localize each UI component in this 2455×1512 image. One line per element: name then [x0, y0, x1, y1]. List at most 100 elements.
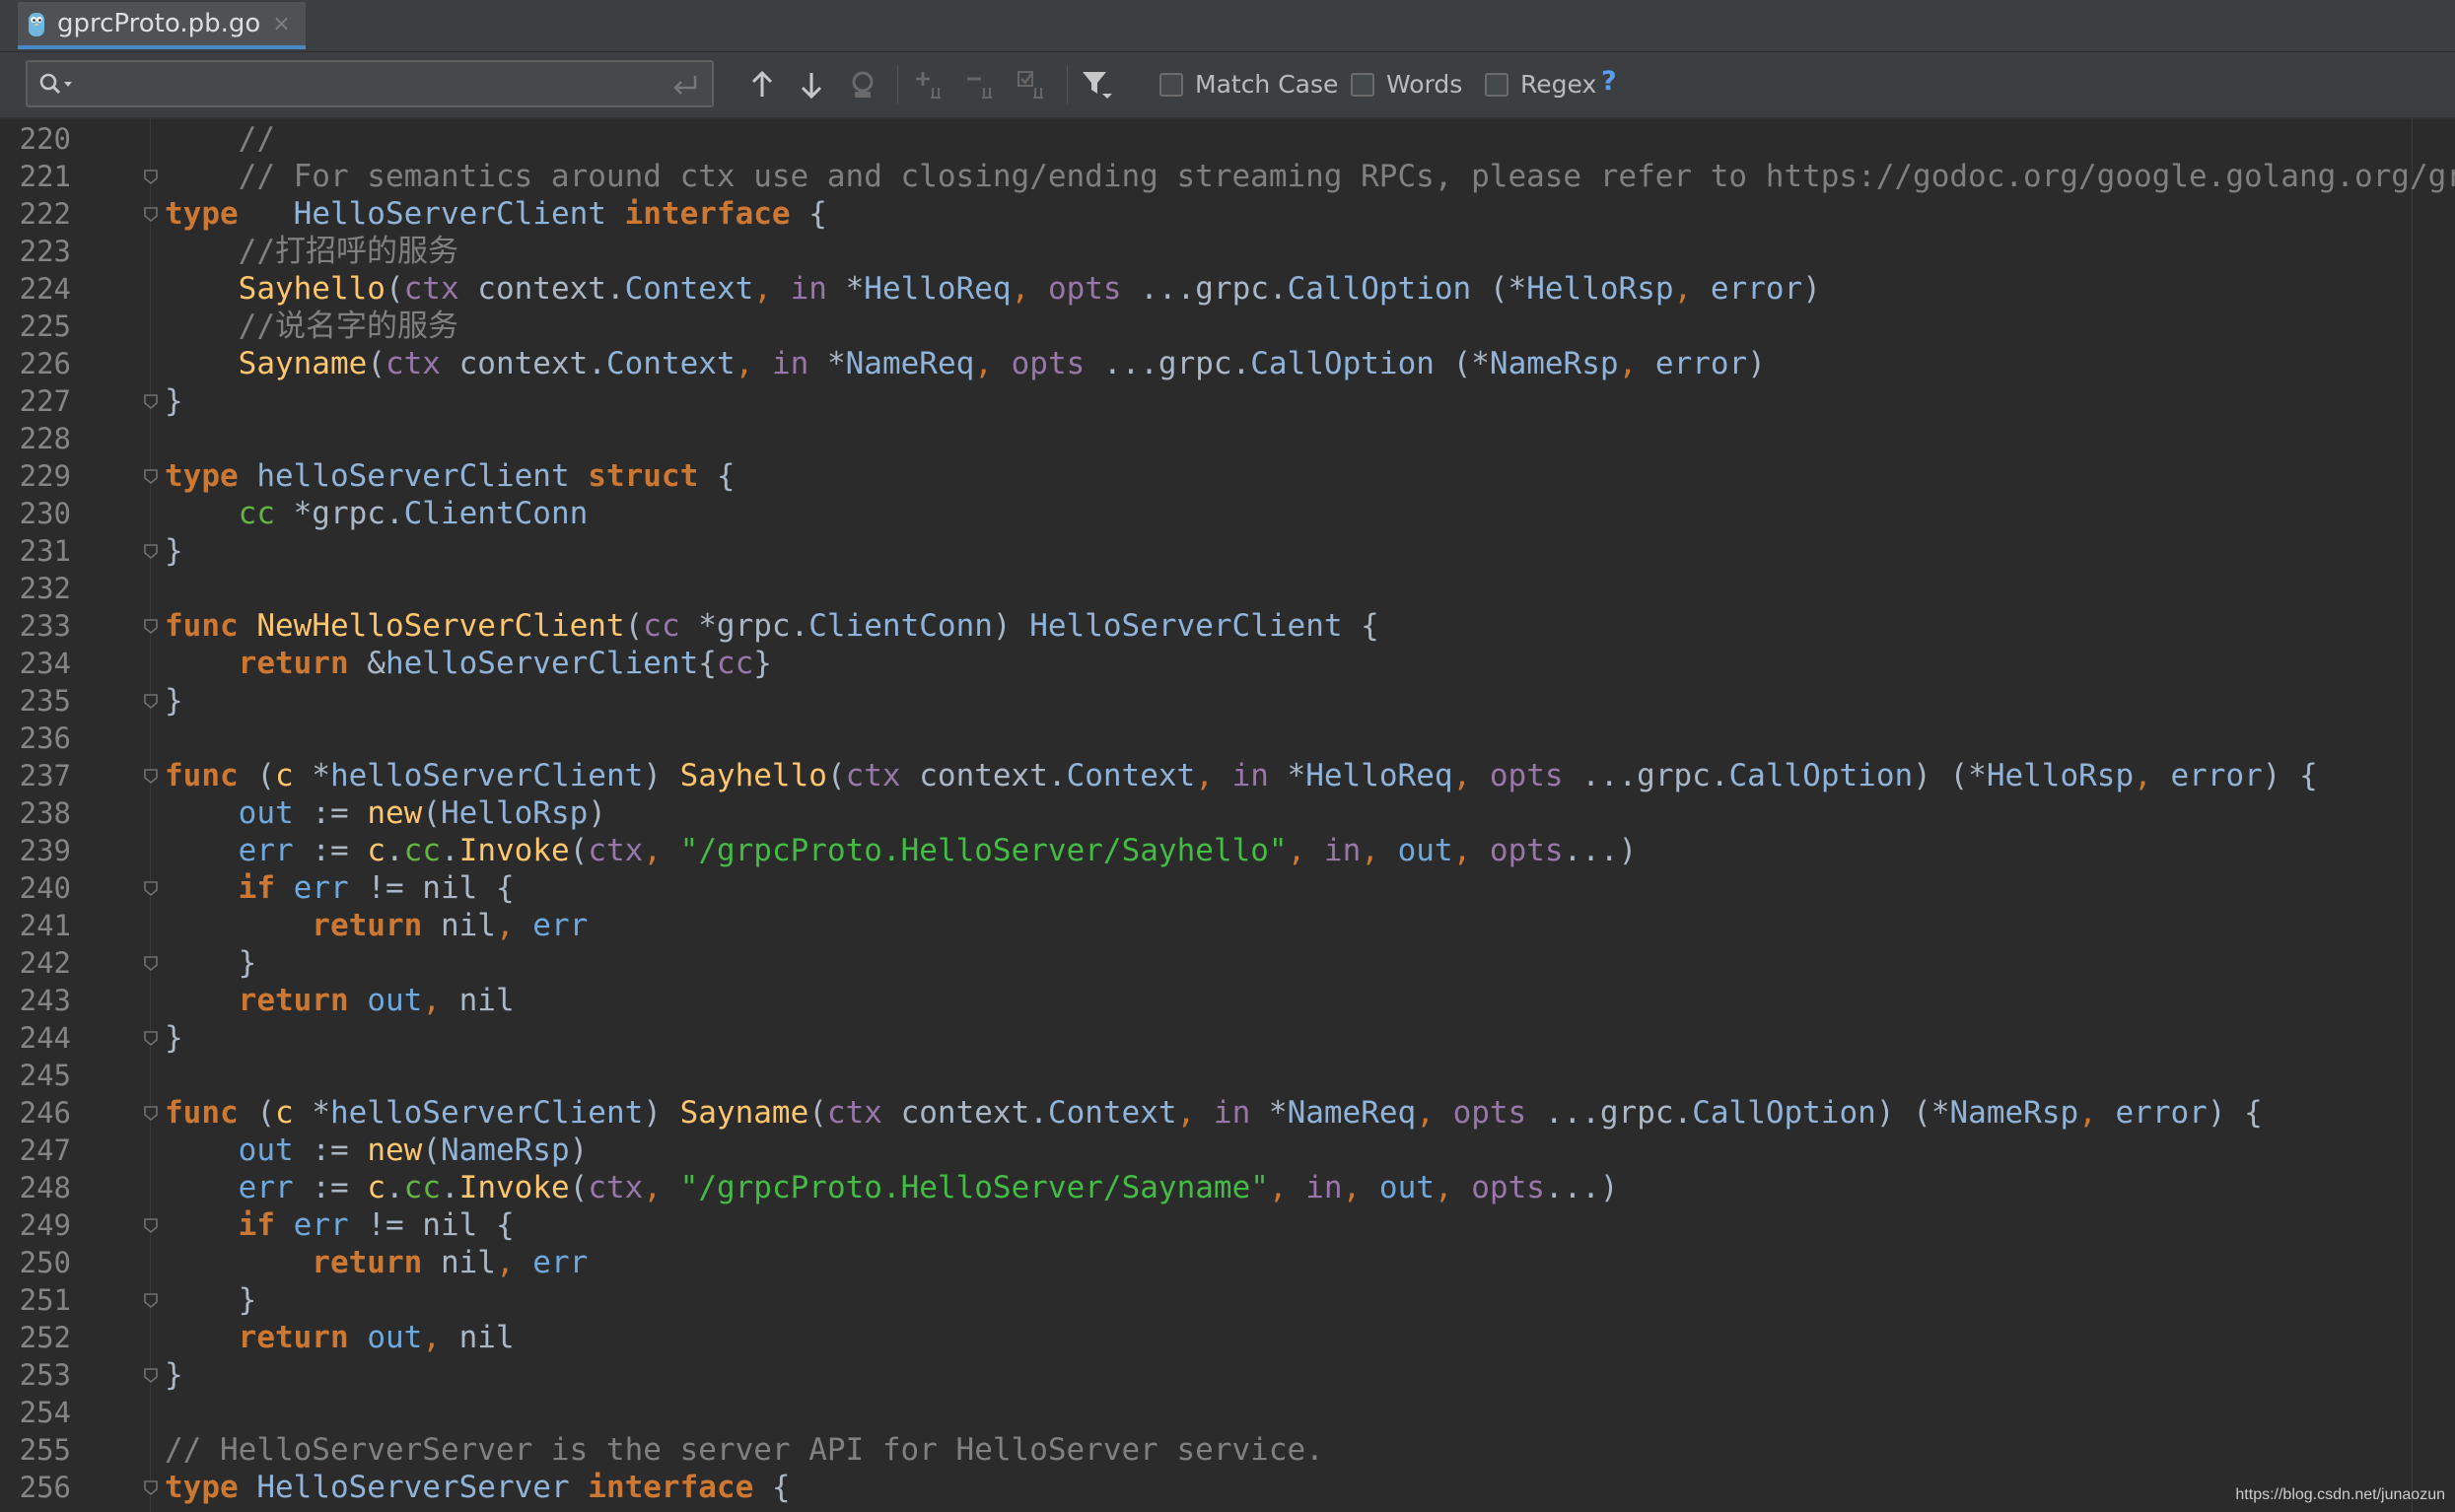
code-line[interactable]: 229 type helloServerClient struct {: [0, 457, 2455, 495]
fold-marker-icon[interactable]: [142, 692, 160, 710]
code-line[interactable]: 254: [0, 1394, 2455, 1431]
fold-marker-icon[interactable]: [142, 1478, 160, 1496]
code-line[interactable]: 221 // For semantics around ctx use and …: [0, 158, 2455, 195]
code-line[interactable]: 248 err := c.cc.Invoke(ctx, "/grpcProto.…: [0, 1169, 2455, 1206]
code-text: }: [165, 1282, 257, 1318]
code-line[interactable]: 238 out := new(HelloRsp): [0, 794, 2455, 832]
code-line[interactable]: 222 type HelloServerClient interface {: [0, 195, 2455, 233]
words-checkbox[interactable]: [1351, 72, 1374, 97]
fold-marker-icon[interactable]: [142, 542, 160, 560]
line-number: 240: [19, 871, 71, 905]
code-editor[interactable]: 220 //221 // For semantics around ctx us…: [0, 118, 2455, 1512]
code-line[interactable]: 247 out := new(NameRsp): [0, 1132, 2455, 1169]
code-line[interactable]: 233 func NewHelloServerClient(cc *grpc.Cl…: [0, 607, 2455, 645]
fold-marker-icon[interactable]: [142, 954, 160, 972]
code-line[interactable]: 237 func (c *helloServerClient) Sayhello(…: [0, 757, 2455, 794]
filter-icon: [1083, 72, 1112, 99]
line-number: 237: [19, 759, 71, 792]
fold-marker-icon[interactable]: [142, 1029, 160, 1047]
filter-button[interactable]: [1081, 68, 1114, 102]
find-toolbar: Match Case Words Regex ?: [0, 52, 2455, 119]
enter-icon: [673, 76, 697, 95]
search-field[interactable]: [26, 60, 714, 107]
regex-help-link[interactable]: ?: [1601, 66, 1617, 97]
code-line[interactable]: 255 // HelloServerServer is the server AP…: [0, 1431, 2455, 1469]
code-line[interactable]: 250 return nil, err: [0, 1244, 2455, 1281]
code-text: func (c *helloServerClient) Sayhello(ctx…: [165, 758, 2318, 793]
fold-marker-icon[interactable]: [142, 879, 160, 897]
tab-close-icon[interactable]: ×: [272, 12, 290, 36]
code-line[interactable]: 239 err := c.cc.Invoke(ctx, "/grpcProto.…: [0, 832, 2455, 869]
fold-marker-icon[interactable]: [142, 467, 160, 485]
match-case-option[interactable]: Match Case: [1159, 70, 1338, 99]
code-line[interactable]: 253}: [0, 1356, 2455, 1394]
code-line[interactable]: 244}: [0, 1019, 2455, 1057]
fold-marker-icon[interactable]: [142, 168, 160, 185]
match-case-checkbox[interactable]: [1159, 72, 1183, 97]
code-text: }: [165, 533, 183, 569]
code-line[interactable]: 236: [0, 720, 2455, 757]
code-line[interactable]: 249 if err != nil {: [0, 1206, 2455, 1244]
code-text: }: [165, 945, 257, 981]
code-line[interactable]: 228: [0, 420, 2455, 457]
add-selection-icon: [916, 72, 941, 99]
fold-marker-icon[interactable]: [142, 1216, 160, 1234]
code-line[interactable]: 231}: [0, 532, 2455, 570]
code-line[interactable]: 227}: [0, 382, 2455, 420]
code-text: return nil, err: [165, 1245, 589, 1280]
code-line[interactable]: 251 }: [0, 1281, 2455, 1319]
code-line[interactable]: 241 return nil, err: [0, 907, 2455, 944]
line-number: 246: [19, 1096, 71, 1130]
line-number: 228: [19, 422, 71, 455]
find-occurrence-button[interactable]: [846, 68, 879, 102]
line-number: 221: [19, 160, 71, 193]
words-option[interactable]: Words: [1351, 70, 1462, 99]
code-line[interactable]: 234 return &helloServerClient{cc}: [0, 645, 2455, 682]
code-line[interactable]: 220 //: [0, 120, 2455, 158]
code-text: // For semantics around ctx use and clos…: [165, 159, 2455, 194]
code-line[interactable]: 240 if err != nil {: [0, 869, 2455, 907]
code-text: if err != nil {: [165, 870, 515, 906]
code-line[interactable]: 230 cc *grpc.ClientConn: [0, 495, 2455, 532]
code-line[interactable]: 242 }: [0, 944, 2455, 982]
select-all-occurrences-button[interactable]: [1016, 68, 1049, 102]
fold-marker-icon[interactable]: [142, 1291, 160, 1309]
fold-marker-icon[interactable]: [142, 1366, 160, 1384]
tab-title: gprcProto.pb.go: [57, 9, 261, 38]
code-line[interactable]: 243 return out, nil: [0, 982, 2455, 1019]
code-line[interactable]: 246 func (c *helloServerClient) Sayname(c…: [0, 1094, 2455, 1132]
line-number: 251: [19, 1283, 71, 1317]
fold-marker-icon[interactable]: [142, 617, 160, 635]
add-selection-button[interactable]: [913, 68, 947, 102]
line-number: 250: [19, 1246, 71, 1279]
code-line[interactable]: 235}: [0, 682, 2455, 720]
next-occurrence-button[interactable]: [795, 68, 828, 102]
code-line[interactable]: 252 return out, nil: [0, 1319, 2455, 1356]
code-text: Sayname(ctx context.Context, in *NameReq…: [165, 346, 1766, 381]
fold-marker-icon[interactable]: [142, 767, 160, 785]
code-line[interactable]: 223 //打招呼的服务: [0, 233, 2455, 270]
search-input[interactable]: [89, 68, 645, 102]
line-number: 243: [19, 984, 71, 1017]
code-line[interactable]: 245: [0, 1057, 2455, 1094]
regex-option[interactable]: Regex: [1485, 70, 1596, 99]
code-line[interactable]: 224 Sayhello(ctx context.Context, in *He…: [0, 270, 2455, 308]
line-number: 241: [19, 909, 71, 942]
fold-marker-icon[interactable]: [142, 392, 160, 410]
tab-gprcproto-pb-go[interactable]: gprcProto.pb.go ×: [18, 2, 306, 49]
line-number: 229: [19, 459, 71, 493]
line-number: 253: [19, 1358, 71, 1392]
code-line[interactable]: 232: [0, 570, 2455, 607]
code-text: }: [165, 683, 183, 719]
remove-selection-button[interactable]: [964, 68, 998, 102]
regex-checkbox[interactable]: [1485, 72, 1508, 97]
code-line[interactable]: 226 Sayname(ctx context.Context, in *Nam…: [0, 345, 2455, 382]
code-line[interactable]: 256 type HelloServerServer interface {: [0, 1469, 2455, 1506]
fold-marker-icon[interactable]: [142, 1104, 160, 1122]
code-line[interactable]: 225 //说名字的服务: [0, 308, 2455, 345]
search-icon[interactable]: [37, 71, 77, 97]
line-number: 234: [19, 647, 71, 680]
fold-marker-icon[interactable]: [142, 205, 160, 223]
code-text: return &helloServerClient{cc}: [165, 646, 772, 681]
previous-occurrence-button[interactable]: [745, 68, 779, 102]
